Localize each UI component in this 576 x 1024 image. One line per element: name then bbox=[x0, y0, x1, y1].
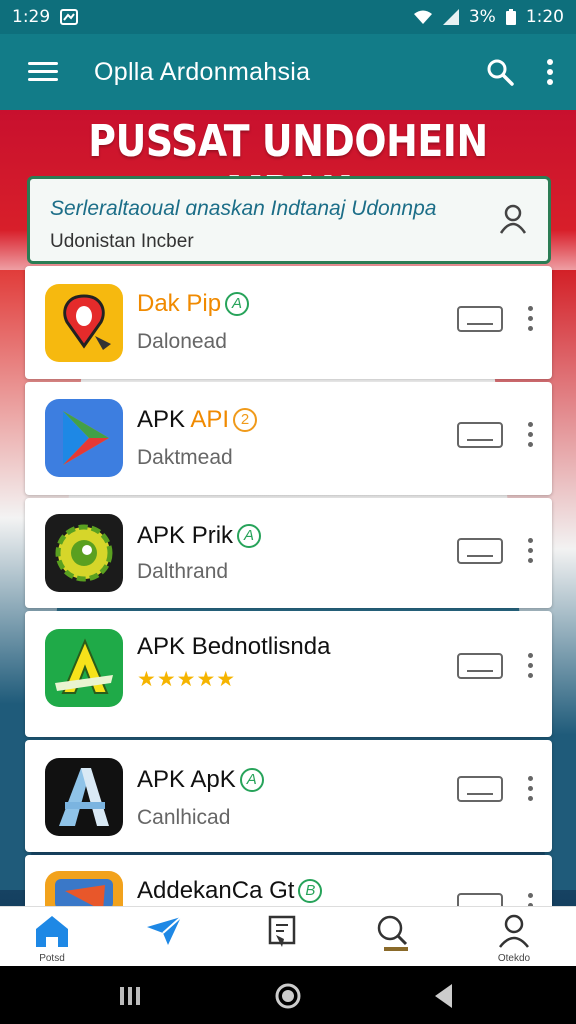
download-button[interactable] bbox=[457, 776, 503, 802]
bottom-navigation: Potsd Otekdo bbox=[0, 906, 576, 966]
list-item[interactable]: APK Prik A Dalthrand bbox=[25, 498, 552, 608]
overflow-menu-icon[interactable] bbox=[546, 58, 554, 86]
blue-a-app-icon bbox=[45, 758, 123, 836]
signal-icon bbox=[442, 9, 459, 25]
nav-home[interactable]: Potsd bbox=[22, 913, 82, 965]
app-subtitle: Dalonead bbox=[137, 330, 227, 353]
search-icon bbox=[377, 915, 408, 951]
app-subtitle: Canlhicad bbox=[137, 806, 231, 829]
nav-profile-label: Otekdo bbox=[497, 953, 531, 964]
list-item[interactable]: Dak Pip A Dalonead bbox=[25, 266, 552, 379]
play-triangle-app-icon bbox=[45, 399, 123, 477]
app-subtitle: Daktmead bbox=[137, 446, 233, 469]
more-options-icon[interactable] bbox=[528, 538, 534, 564]
list-item[interactable]: APK Bednotlisnda ★★★★★ bbox=[25, 611, 552, 737]
recent-apps-icon[interactable] bbox=[118, 986, 142, 1006]
app-name: APK Prik bbox=[137, 522, 234, 549]
nav-search[interactable] bbox=[364, 913, 424, 965]
app-subtitle: Dalthrand bbox=[137, 560, 229, 583]
nav-profile[interactable]: Otekdo bbox=[484, 913, 544, 965]
app-name-accent: API bbox=[190, 406, 230, 433]
profile-icon bbox=[499, 914, 529, 948]
battery-percent: 3% bbox=[468, 7, 496, 27]
notification-icon bbox=[60, 9, 79, 25]
list-item[interactable]: APK ApK A Canlhicad bbox=[25, 740, 552, 852]
wifi-icon bbox=[413, 10, 432, 24]
home-button-icon[interactable] bbox=[274, 982, 302, 1010]
app-name: APK Bednotlisnda bbox=[137, 633, 331, 660]
download-button[interactable] bbox=[457, 653, 503, 679]
download-button[interactable] bbox=[457, 538, 503, 564]
app-name: APK bbox=[137, 406, 191, 433]
rank-badge-icon: 2 bbox=[233, 408, 258, 432]
nav-library[interactable] bbox=[252, 913, 312, 965]
verified-badge-icon: A bbox=[237, 524, 262, 548]
more-options-icon[interactable] bbox=[528, 776, 534, 802]
system-navigation-bar bbox=[0, 966, 576, 1024]
search-icon[interactable] bbox=[486, 58, 514, 86]
verified-badge-icon: B bbox=[298, 879, 323, 903]
search-card-subtitle: Udonistan Incber bbox=[50, 231, 194, 252]
app-name: Dak Pip bbox=[137, 290, 222, 317]
download-button[interactable] bbox=[457, 422, 503, 448]
status-time-right: 1:20 bbox=[525, 7, 564, 27]
book-icon bbox=[268, 915, 296, 947]
search-card[interactable]: Serleraltaoual ɑnaskan Indtanaj Udonnpa … bbox=[27, 176, 551, 264]
green-a-app-icon bbox=[45, 629, 123, 707]
battery-icon bbox=[505, 9, 516, 25]
back-icon[interactable] bbox=[432, 982, 456, 1010]
more-options-icon[interactable] bbox=[528, 422, 534, 448]
app-title: Oplla Ardonmahsia bbox=[94, 57, 311, 86]
home-icon bbox=[36, 916, 68, 947]
status-time-left: 1:29 bbox=[12, 7, 51, 27]
download-button[interactable] bbox=[457, 306, 503, 332]
user-icon[interactable] bbox=[498, 203, 528, 235]
more-options-icon[interactable] bbox=[528, 306, 534, 332]
verified-badge-icon: A bbox=[225, 292, 250, 316]
search-card-headline: Serleraltaoual ɑnaskan Indtanaj Udonnpa bbox=[50, 197, 437, 220]
star-rating: ★★★★★ bbox=[137, 668, 237, 691]
app-name: AddekanCa Gt bbox=[137, 877, 295, 904]
more-options-icon[interactable] bbox=[528, 653, 534, 679]
app-bar: Oplla Ardonmahsia bbox=[0, 34, 576, 110]
nav-home-label: Potsd bbox=[39, 953, 65, 964]
send-icon bbox=[147, 916, 182, 945]
nav-send[interactable] bbox=[134, 913, 194, 965]
status-bar: 1:29 3% 1:20 bbox=[0, 0, 576, 34]
menu-icon[interactable] bbox=[28, 62, 58, 82]
red-pin-app-icon bbox=[45, 284, 123, 362]
green-gear-app-icon bbox=[45, 514, 123, 592]
list-item[interactable]: APK API 2 Daktmead bbox=[25, 382, 552, 495]
verified-badge-icon: A bbox=[239, 768, 264, 792]
app-name: APK ApK bbox=[137, 766, 236, 793]
